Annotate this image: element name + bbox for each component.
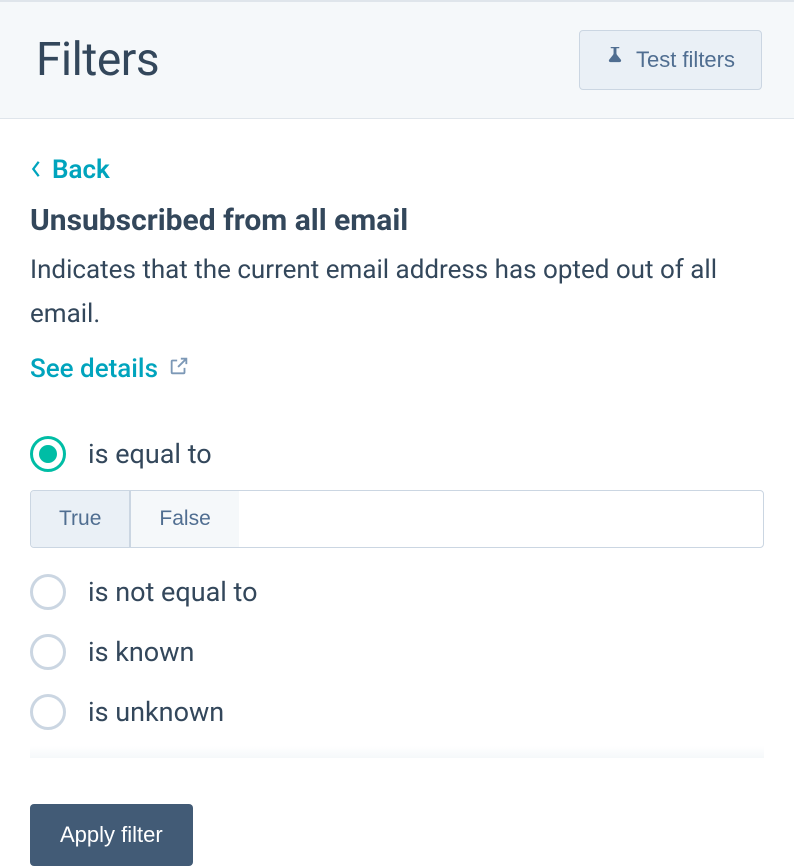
boolean-toggle: True False: [30, 490, 764, 548]
scroll-fade: [30, 746, 764, 758]
option-is-unknown[interactable]: is unknown: [30, 682, 764, 742]
toggle-false[interactable]: False: [130, 491, 238, 547]
flask-icon: [606, 47, 624, 73]
footer: Apply filter: [0, 786, 794, 866]
apply-filter-button[interactable]: Apply filter: [30, 804, 193, 866]
radio-icon: [30, 694, 66, 730]
radio-selected-icon: [30, 436, 66, 472]
filter-content: Back Unsubscribed from all email Indicat…: [0, 119, 794, 786]
filter-title: Unsubscribed from all email: [30, 203, 764, 238]
option-label: is known: [88, 636, 194, 668]
option-is-equal-to[interactable]: is equal to: [30, 424, 764, 484]
back-label: Back: [52, 155, 110, 185]
option-is-not-equal-to[interactable]: is not equal to: [30, 562, 764, 622]
see-details-label: See details: [30, 354, 158, 384]
page-title: Filters: [36, 33, 159, 87]
filters-header: Filters Test filters: [0, 0, 794, 119]
operator-options: is equal to True False is not equal to i…: [30, 424, 764, 742]
option-label: is unknown: [88, 696, 224, 728]
radio-icon: [30, 574, 66, 610]
toggle-true[interactable]: True: [31, 491, 130, 547]
option-label: is equal to: [88, 438, 212, 470]
option-is-known[interactable]: is known: [30, 622, 764, 682]
see-details-link[interactable]: See details: [30, 354, 190, 384]
external-link-icon: [168, 354, 190, 384]
radio-icon: [30, 634, 66, 670]
test-filters-label: Test filters: [636, 47, 735, 73]
chevron-left-icon: [30, 155, 42, 185]
option-label: is not equal to: [88, 576, 258, 608]
test-filters-button[interactable]: Test filters: [579, 30, 762, 90]
back-link[interactable]: Back: [30, 155, 110, 185]
filter-description: Indicates that the current email address…: [30, 248, 764, 336]
